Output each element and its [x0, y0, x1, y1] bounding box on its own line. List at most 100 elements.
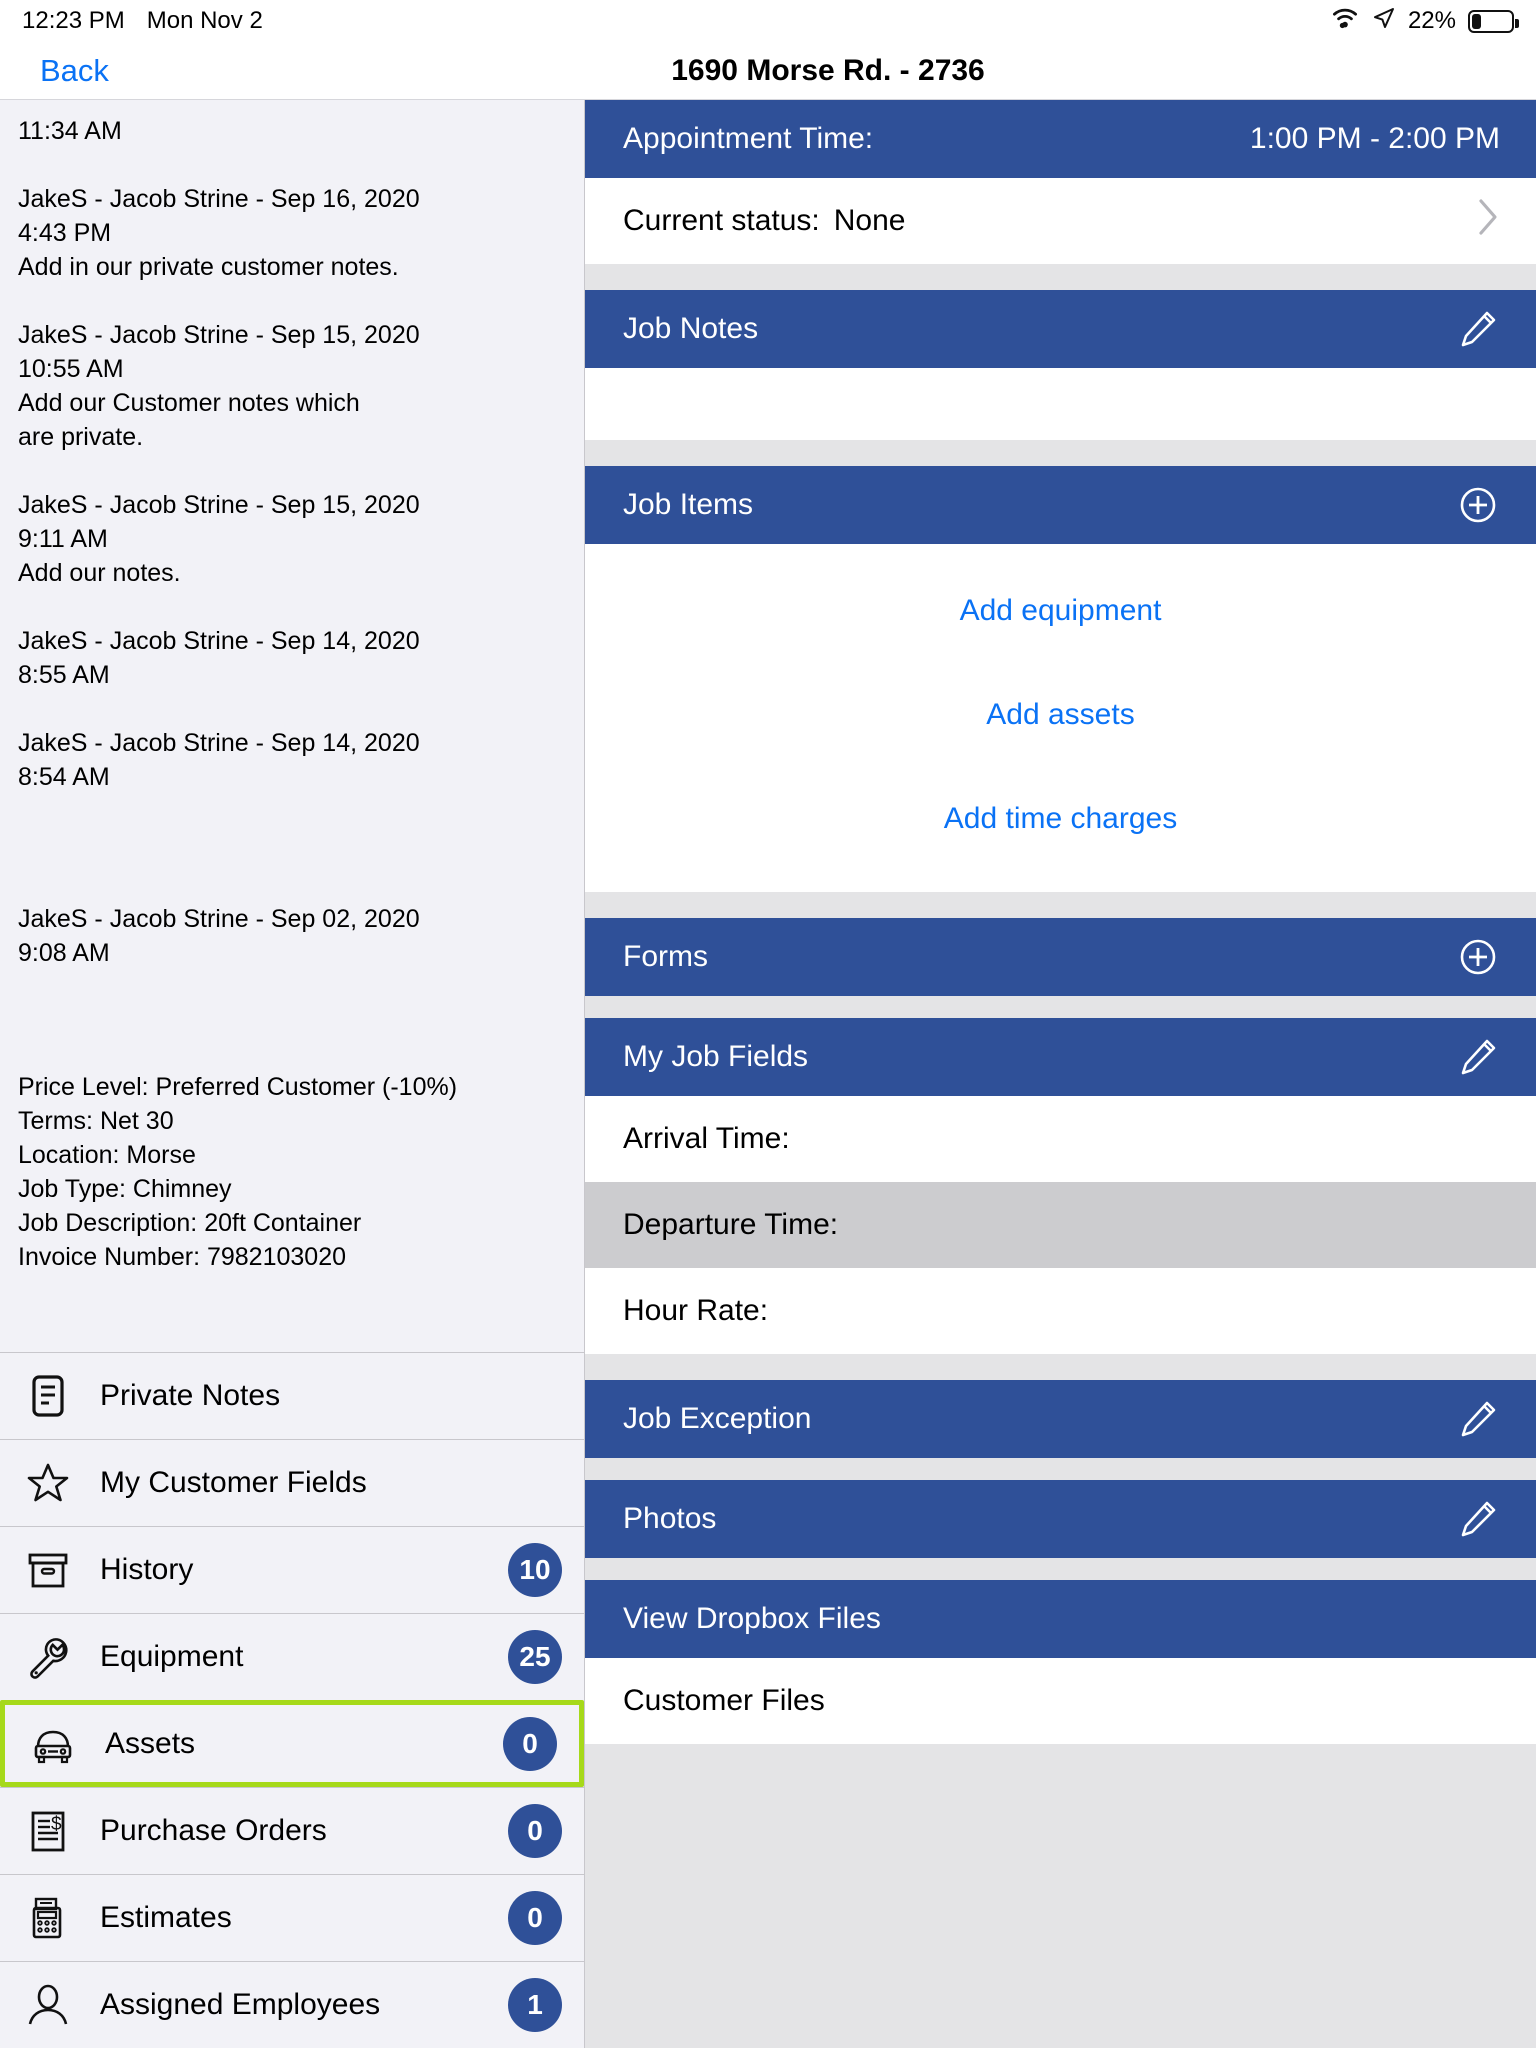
note-time: 8:55 AM	[18, 661, 110, 689]
section-gap	[585, 1744, 1536, 1770]
plus-circle-icon[interactable]	[1456, 935, 1500, 979]
person-icon	[20, 1977, 76, 2033]
job-items-header[interactable]: Job Items	[585, 466, 1536, 544]
pencil-icon[interactable]	[1456, 1397, 1500, 1441]
section-gap	[585, 892, 1536, 918]
note-time: 9:11 AM	[18, 525, 108, 553]
forms-title: Forms	[623, 940, 708, 973]
note-time: 8:54 AM	[18, 763, 110, 791]
note-time: 4:43 PM	[18, 219, 112, 247]
section-gap	[585, 1558, 1536, 1580]
sidebar-item-my-customer-fields[interactable]: My Customer Fields	[0, 1439, 584, 1526]
calculator-printer-icon	[20, 1890, 76, 1946]
status-badge: 0	[503, 1716, 557, 1771]
sidebar-item-label: History	[100, 1553, 194, 1586]
departure-time-label: Departure Time:	[623, 1208, 839, 1241]
job-detail-panel: Appointment Time: 1:00 PM - 2:00 PM Curr…	[585, 100, 1536, 2048]
job-items-title: Job Items	[623, 488, 754, 521]
current-status-row[interactable]: Current status: None	[585, 178, 1536, 264]
svg-text:$: $	[51, 1814, 62, 1835]
current-status-label: Current status:	[623, 204, 820, 237]
customer-files-row[interactable]: Customer Files	[585, 1658, 1536, 1744]
add-assets-link[interactable]: Add assets	[585, 684, 1536, 746]
photos-header[interactable]: Photos	[585, 1480, 1536, 1558]
add-equipment-link[interactable]: Add equipment	[585, 580, 1536, 642]
note-header: JakeS - Jacob Strine - Sep 15, 2020	[18, 321, 420, 349]
appointment-time-header: Appointment Time: 1:00 PM - 2:00 PM	[585, 100, 1536, 178]
sidebar-item-label: Purchase Orders	[100, 1814, 327, 1847]
status-badge: 1	[508, 1978, 562, 2032]
note-header: JakeS - Jacob Strine - Sep 14, 2020	[18, 729, 420, 757]
note-entry: JakeS - Jacob Strine - Sep 16, 2020 4:43…	[18, 182, 566, 284]
status-bar: 12:23 PM Mon Nov 2 22%	[0, 0, 1536, 42]
note-entry: JakeS - Jacob Strine - Sep 15, 2020 10:5…	[18, 318, 566, 454]
car-icon	[25, 1716, 81, 1772]
pencil-icon[interactable]	[1456, 307, 1500, 351]
note-entry: JakeS - Jacob Strine - Sep 14, 2020 8:54…	[18, 726, 566, 794]
pencil-icon[interactable]	[1456, 1497, 1500, 1541]
note-time: 11:34 AM	[18, 117, 122, 145]
section-gap	[585, 440, 1536, 466]
note-entry: JakeS - Jacob Strine - Sep 14, 2020 8:55…	[18, 624, 566, 692]
location-arrow-icon	[1372, 6, 1396, 37]
wrench-icon	[20, 1629, 76, 1685]
sidebar-item-private-notes[interactable]: Private Notes	[0, 1352, 584, 1439]
app-root: 12:23 PM Mon Nov 2 22% Back 1690 Morse R…	[0, 0, 1536, 2048]
job-notes-body	[585, 368, 1536, 440]
departure-time-row[interactable]: Departure Time:	[585, 1182, 1536, 1268]
note-header: JakeS - Jacob Strine - Sep 16, 2020	[18, 185, 420, 213]
note-body: Add our Customer notes which are private…	[18, 389, 360, 451]
my-job-fields-title: My Job Fields	[623, 1040, 809, 1073]
arrival-time-row[interactable]: Arrival Time:	[585, 1096, 1536, 1182]
sidebar-item-purchase-orders[interactable]: $ Purchase Orders 0	[0, 1787, 584, 1874]
hour-rate-row[interactable]: Hour Rate:	[585, 1268, 1536, 1354]
status-bar-time: 12:23 PM	[22, 7, 125, 34]
archive-box-icon	[20, 1542, 76, 1598]
sidebar-item-estimates[interactable]: Estimates 0	[0, 1874, 584, 1961]
invoice-dollar-icon: $	[20, 1803, 76, 1859]
sidebar-item-label: Estimates	[100, 1901, 232, 1934]
sidebar-item-history[interactable]: History 10	[0, 1526, 584, 1613]
job-notes-title: Job Notes	[623, 312, 759, 345]
sidebar: 11:34 AM JakeS - Jacob Strine - Sep 16, …	[0, 100, 585, 2048]
plus-circle-icon[interactable]	[1456, 483, 1500, 527]
note-header: JakeS - Jacob Strine - Sep 15, 2020	[18, 491, 420, 519]
job-notes-header[interactable]: Job Notes	[585, 290, 1536, 368]
wifi-icon	[1330, 6, 1360, 37]
note-header: JakeS - Jacob Strine - Sep 14, 2020	[18, 627, 420, 655]
forms-header[interactable]: Forms	[585, 918, 1536, 996]
note-entry: JakeS - Jacob Strine - Sep 02, 2020 9:08…	[18, 902, 566, 970]
page-title: 1690 Morse Rd. - 2736	[671, 53, 985, 87]
sidebar-item-label: Private Notes	[100, 1379, 281, 1412]
battery-percent: 22%	[1407, 7, 1456, 34]
customer-files-label: Customer Files	[623, 1684, 825, 1717]
note-entry: JakeS - Jacob Strine - Sep 15, 2020 9:11…	[18, 488, 566, 590]
status-badge: 0	[508, 1891, 562, 1945]
sidebar-item-label: Equipment	[100, 1640, 244, 1673]
note-body: Add our notes.	[18, 559, 181, 587]
sidebar-item-assigned-employees[interactable]: Assigned Employees 1	[0, 1961, 584, 2048]
my-job-fields-header[interactable]: My Job Fields	[585, 1018, 1536, 1096]
dropbox-files-title: View Dropbox Files	[623, 1602, 881, 1635]
note-header: JakeS - Jacob Strine - Sep 02, 2020	[18, 905, 420, 933]
job-exception-title: Job Exception	[623, 1402, 812, 1435]
sidebar-item-assets[interactable]: Assets 0	[0, 1700, 584, 1787]
battery-icon	[1468, 9, 1519, 33]
section-gap	[585, 1458, 1536, 1480]
dropbox-files-header[interactable]: View Dropbox Files	[585, 1580, 1536, 1658]
pencil-icon[interactable]	[1456, 1035, 1500, 1079]
sidebar-item-equipment[interactable]: Equipment 25	[0, 1613, 584, 1700]
status-badge: 0	[508, 1804, 562, 1858]
note-time: 10:55 AM	[18, 355, 124, 383]
sidebar-item-label: My Customer Fields	[100, 1466, 367, 1499]
section-gap	[585, 996, 1536, 1018]
customer-notes-list: 11:34 AM JakeS - Jacob Strine - Sep 16, …	[0, 100, 584, 1274]
note-time: 9:08 AM	[18, 939, 110, 967]
content-split: 11:34 AM JakeS - Jacob Strine - Sep 16, …	[0, 100, 1536, 2048]
status-bar-indicators: 22%	[1330, 6, 1519, 37]
detail-job-type: Job Type: Chimney	[18, 1175, 232, 1203]
add-time-charges-link[interactable]: Add time charges	[585, 788, 1536, 850]
status-badge: 25	[508, 1630, 562, 1684]
detail-terms: Terms: Net 30	[18, 1107, 174, 1135]
job-exception-header[interactable]: Job Exception	[585, 1380, 1536, 1458]
